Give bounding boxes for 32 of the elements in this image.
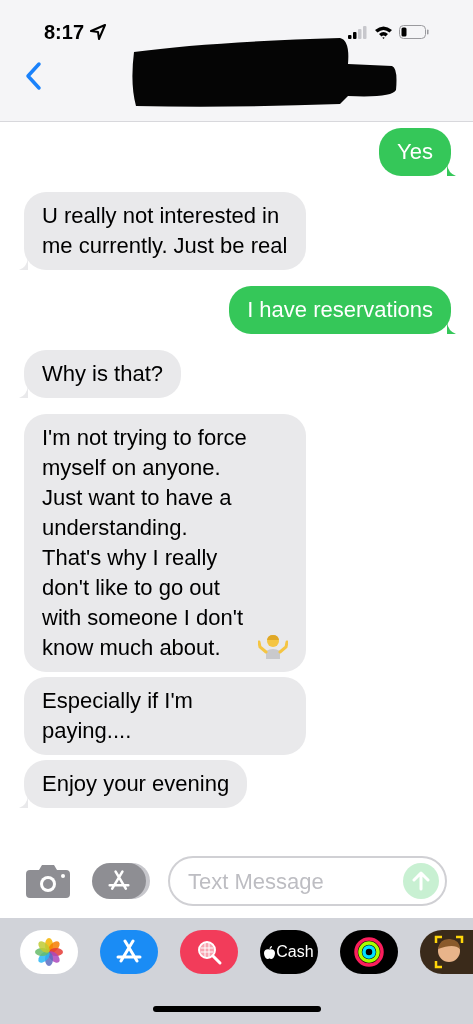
cash-app-button[interactable]: Cash	[260, 930, 318, 974]
app-store-icon	[115, 939, 143, 965]
camera-icon	[26, 864, 70, 898]
avatar-icon	[434, 935, 464, 969]
message-field[interactable]: Text Message	[188, 864, 403, 898]
magnifier-globe-icon	[195, 938, 223, 966]
compose-field[interactable]: Text Message	[168, 856, 447, 906]
message-text: I have reservations	[247, 296, 433, 324]
message-text: Why is that?	[42, 360, 164, 388]
rings-icon	[354, 937, 384, 967]
message-text: Yes	[397, 138, 433, 166]
app-store-icon	[107, 870, 131, 892]
image-search-button[interactable]	[180, 930, 238, 974]
message-text: I'm not trying to force myself on anyone. Just want to have a understanding. That's why I really don't like to go out with someone I don't know much about.	[42, 424, 248, 662]
app-store-button[interactable]	[100, 930, 158, 974]
arrow-up-icon	[412, 871, 430, 891]
battery-icon	[399, 25, 429, 39]
apps-button[interactable]	[92, 863, 146, 899]
shrugging-person-icon	[258, 633, 288, 659]
signal-icon	[348, 25, 368, 39]
status-time: 8:17	[44, 20, 85, 45]
wifi-icon	[374, 25, 393, 39]
apple-icon	[264, 945, 276, 959]
message-text: Especially if I'm paying....	[42, 687, 194, 745]
message-text: U really not interested in me currently. Just be real	[42, 202, 288, 260]
message-text: Enjoy your evening	[42, 770, 230, 798]
memoji-app-button[interactable]	[420, 930, 473, 974]
flower-icon	[35, 938, 63, 966]
photos-app-button[interactable]	[20, 930, 78, 974]
chevron-left-icon	[24, 61, 42, 91]
activity-app-button[interactable]	[340, 930, 398, 974]
location-arrow-icon	[90, 24, 107, 40]
